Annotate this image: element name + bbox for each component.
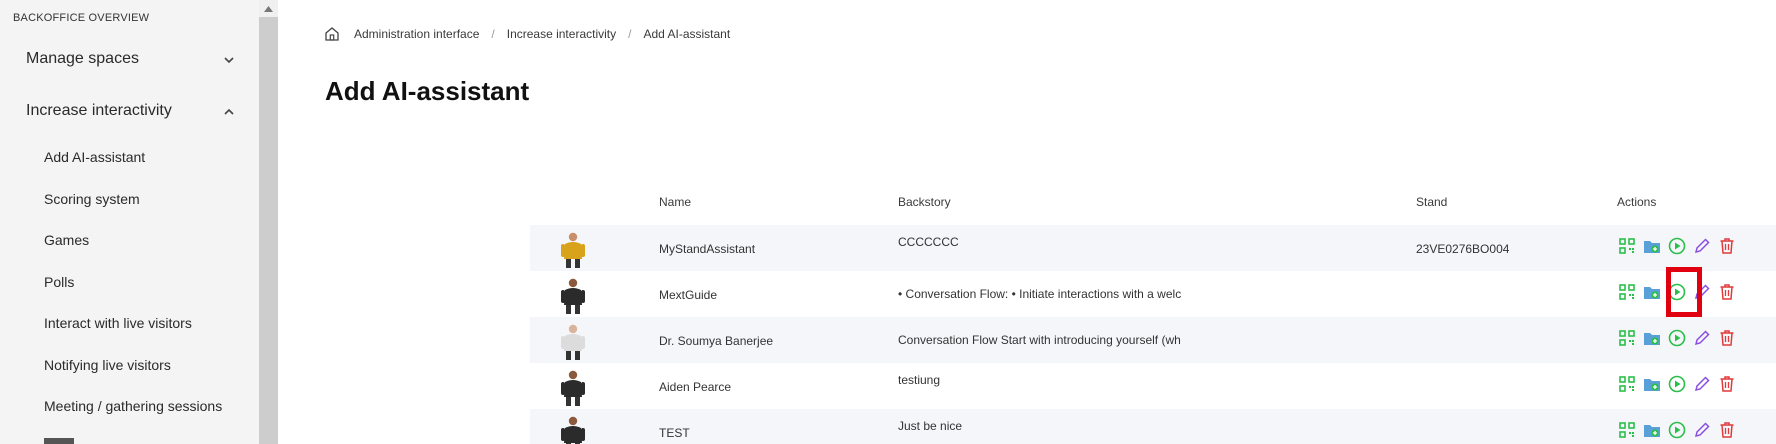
home-icon[interactable] — [324, 26, 340, 42]
sidebar-item-polls[interactable]: Polls — [44, 274, 74, 290]
breadcrumb-item-current: Add AI-assistant — [643, 27, 731, 41]
avatar — [561, 278, 585, 314]
sidebar-scrollbar[interactable] — [259, 17, 278, 444]
column-header-actions: Actions — [1617, 195, 1657, 209]
folder-add-icon[interactable] — [1643, 421, 1661, 439]
avatar — [561, 370, 585, 406]
row-actions — [1618, 421, 1743, 439]
scroll-up-arrow-icon — [264, 5, 273, 12]
scroll-up-button[interactable] — [259, 0, 278, 17]
avatar — [561, 416, 585, 444]
table-row: MyStandAssistant CCCCCCC 23VE0276BO004 — [530, 225, 1776, 271]
qr-code-icon[interactable] — [1618, 329, 1636, 347]
chevron-up-icon[interactable] — [222, 105, 236, 119]
folder-add-icon[interactable] — [1643, 375, 1661, 393]
breadcrumb-item-administration[interactable]: Administration interface — [354, 27, 479, 41]
cell-name: Aiden Pearce — [659, 380, 732, 394]
cell-backstory: • Conversation Flow: • Initiate interact… — [898, 287, 1182, 301]
cell-backstory: Conversation Flow Start with introducing… — [898, 333, 1181, 347]
sidebar-item-add-ai-assistant[interactable]: Add AI-assistant — [44, 149, 145, 165]
breadcrumb-separator: / — [628, 27, 632, 41]
sidebar-item-scoring-system[interactable]: Scoring system — [44, 191, 140, 207]
breadcrumb-separator: / — [491, 27, 495, 41]
trash-icon[interactable] — [1718, 283, 1736, 301]
sidebar-heading: BACKOFFICE OVERVIEW — [13, 12, 150, 24]
qr-code-icon[interactable] — [1618, 375, 1636, 393]
sidebar-item-notifying-live-visitors[interactable]: Notifying live visitors — [44, 357, 171, 373]
trash-icon[interactable] — [1718, 329, 1736, 347]
sidebar-item-cutoff — [44, 438, 74, 444]
trash-icon[interactable] — [1718, 421, 1736, 439]
play-icon[interactable] — [1668, 421, 1686, 439]
row-actions — [1618, 329, 1743, 347]
cell-backstory: CCCCCCC — [898, 235, 959, 249]
sidebar: BACKOFFICE OVERVIEW Manage spaces Increa… — [0, 0, 259, 444]
cell-name: MyStandAssistant — [659, 242, 756, 256]
pencil-icon[interactable] — [1693, 375, 1711, 393]
table-row: Dr. Soumya Banerjee Conversation Flow St… — [530, 317, 1776, 363]
table-row: MextGuide • Conversation Flow: • Initiat… — [530, 271, 1776, 317]
cell-stand: 23VE0276BO004 — [1416, 242, 1510, 256]
chevron-down-icon[interactable] — [222, 53, 236, 67]
sidebar-item-meeting-sessions[interactable]: Meeting / gathering sessions — [44, 398, 222, 414]
column-header-backstory: Backstory — [898, 195, 951, 209]
breadcrumb: Administration interface / Increase inte… — [324, 26, 730, 42]
sidebar-item-games[interactable]: Games — [44, 232, 89, 248]
avatar — [561, 324, 585, 360]
cell-name: TEST — [659, 426, 690, 440]
table-row: TEST Just be nice — [530, 409, 1776, 444]
breadcrumb-item-interactivity[interactable]: Increase interactivity — [507, 27, 616, 41]
play-icon[interactable] — [1668, 375, 1686, 393]
sidebar-group-increase-interactivity[interactable]: Increase interactivity — [26, 102, 172, 120]
qr-code-icon[interactable] — [1618, 421, 1636, 439]
pencil-icon[interactable] — [1693, 237, 1711, 255]
folder-add-icon[interactable] — [1643, 329, 1661, 347]
trash-icon[interactable] — [1718, 375, 1736, 393]
column-header-stand: Stand — [1416, 195, 1448, 209]
folder-add-icon[interactable] — [1643, 283, 1661, 301]
qr-code-icon[interactable] — [1618, 237, 1636, 255]
column-header-name: Name — [659, 195, 692, 209]
sidebar-group-manage-spaces[interactable]: Manage spaces — [26, 50, 139, 68]
pencil-icon[interactable] — [1693, 329, 1711, 347]
table-row: Aiden Pearce testiung — [530, 363, 1776, 409]
play-icon[interactable] — [1668, 329, 1686, 347]
qr-code-icon[interactable] — [1618, 283, 1636, 301]
folder-add-icon[interactable] — [1643, 237, 1661, 255]
page-title: Add AI-assistant — [325, 76, 530, 106]
row-actions — [1618, 237, 1743, 255]
cell-name: Dr. Soumya Banerjee — [659, 334, 774, 348]
play-icon[interactable] — [1668, 237, 1686, 255]
cell-backstory: Just be nice — [898, 419, 963, 433]
cell-name: MextGuide — [659, 288, 718, 302]
trash-icon[interactable] — [1718, 237, 1736, 255]
highlight-box — [1666, 267, 1702, 317]
cell-backstory: testiung — [898, 373, 941, 387]
sidebar-item-interact-live-visitors[interactable]: Interact with live visitors — [44, 315, 192, 331]
row-actions — [1618, 375, 1743, 393]
pencil-icon[interactable] — [1693, 421, 1711, 439]
avatar — [561, 232, 585, 268]
